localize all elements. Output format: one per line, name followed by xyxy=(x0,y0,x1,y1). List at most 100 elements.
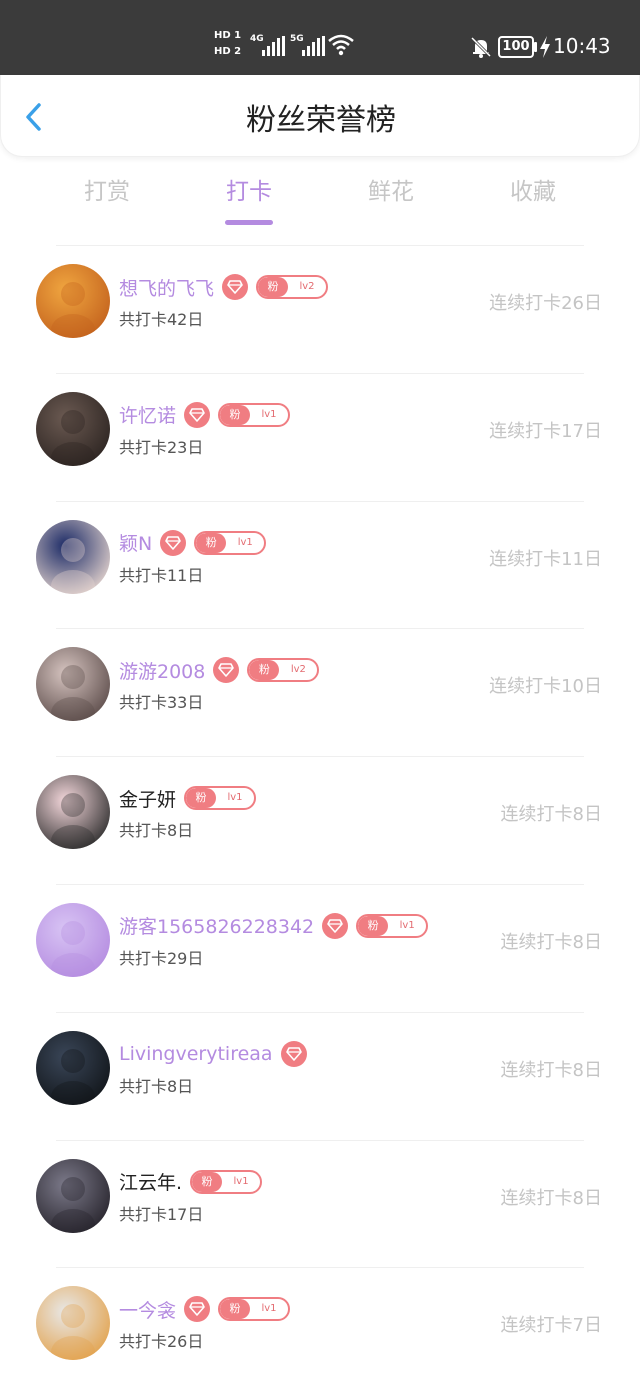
avatar[interactable] xyxy=(36,775,110,850)
avatar[interactable] xyxy=(36,647,110,722)
status-bar: HD 1 HD 2 4G 5G 100 10:43 xyxy=(0,0,640,75)
total-checkins: 共打卡8日 xyxy=(119,821,194,841)
avatar-image xyxy=(36,264,110,338)
streak-checkins: 连续打卡8日 xyxy=(500,931,602,953)
user-name[interactable]: 想飞的飞飞 xyxy=(119,274,214,301)
avatar[interactable] xyxy=(36,1286,110,1361)
hd1-label: HD 1 xyxy=(214,30,242,41)
total-checkins: 共打卡23日 xyxy=(119,437,204,457)
avatar-image xyxy=(36,902,110,977)
list-item[interactable]: 一今衾 粉 lv1 共打卡26日 连续打卡7日 xyxy=(0,1268,640,1387)
avatar[interactable] xyxy=(36,391,110,466)
streak-checkins: 连续打卡17日 xyxy=(489,420,602,442)
list-item[interactable]: 想飞的飞飞 粉 lv2 共打卡42日 连续打卡26日 xyxy=(0,246,640,374)
fan-badge-label: 粉 xyxy=(358,915,389,936)
tab-label: 收藏 xyxy=(510,179,556,205)
fan-level-badge: 粉 lv1 xyxy=(184,786,257,811)
fan-level-badge: 粉 lv1 xyxy=(194,530,267,555)
page-title: 粉丝荣誉榜 xyxy=(246,103,396,138)
avatar-image xyxy=(36,775,110,850)
fan-level-label: lv1 xyxy=(261,1303,277,1315)
battery-tip xyxy=(534,42,537,52)
total-checkins: 共打卡17日 xyxy=(119,1204,204,1224)
tab-checkin[interactable]: 打卡 xyxy=(178,170,320,226)
total-checkins: 共打卡11日 xyxy=(119,565,204,585)
fan-level-label: lv1 xyxy=(261,408,277,420)
fan-level-badge: 粉 lv2 xyxy=(256,275,329,299)
fan-badge-label: 粉 xyxy=(196,532,227,553)
fan-level-label: lv2 xyxy=(290,664,306,676)
tab-label: 鲜花 xyxy=(368,179,414,205)
streak-checkins: 连续打卡8日 xyxy=(500,1059,602,1081)
list-item[interactable]: 金子妍 粉 lv1 共打卡8日 连续打卡8日 xyxy=(0,757,640,885)
total-checkins: 共打卡33日 xyxy=(119,693,204,713)
list-item[interactable]: 江云年. 粉 lv1 共打卡17日 连续打卡8日 xyxy=(0,1141,640,1269)
tab-label: 打卡 xyxy=(226,179,272,205)
avatar[interactable] xyxy=(36,902,110,977)
fan-badge-label: 粉 xyxy=(192,1171,223,1192)
avatar[interactable] xyxy=(36,1030,110,1105)
avatar-image xyxy=(36,1286,110,1361)
list-item[interactable]: Livingverytireaa 共打卡8日 连续打卡8日 xyxy=(0,1013,640,1141)
list-item[interactable]: 许忆诺 粉 lv1 共打卡23日 连续打卡17日 xyxy=(0,374,640,502)
name-line: Livingverytireaa xyxy=(119,1039,307,1069)
fan-badge-label: 粉 xyxy=(220,1299,251,1320)
name-line: 颖N 粉 lv1 xyxy=(119,528,267,558)
list-item[interactable]: 颖N 粉 lv1 共打卡11日 连续打卡11日 xyxy=(0,502,640,630)
user-name[interactable]: 游游2008 xyxy=(119,657,205,684)
signal-4g-icon: 4G xyxy=(250,34,288,58)
diamond-icon xyxy=(160,529,187,556)
fan-badge-label: 粉 xyxy=(220,404,251,425)
name-line: 许忆诺 粉 lv1 xyxy=(119,400,291,430)
name-line: 一今衾 粉 lv1 xyxy=(119,1294,291,1324)
user-name[interactable]: 一今衾 xyxy=(119,1296,176,1323)
list-item[interactable]: 游游2008 粉 lv2 共打卡33日 连续打卡10日 xyxy=(0,629,640,758)
bell-muted-icon xyxy=(470,36,492,58)
signal-5g-icon: 5G xyxy=(290,34,328,58)
name-line: 游游2008 粉 lv2 xyxy=(119,655,320,685)
avatar[interactable] xyxy=(36,1158,110,1233)
hd-indicator: HD 1 HD 2 xyxy=(214,28,248,68)
fan-badge-label: 粉 xyxy=(258,277,289,297)
total-checkins: 共打卡26日 xyxy=(119,1332,204,1352)
tab-favorites[interactable]: 收藏 xyxy=(462,170,604,226)
streak-checkins: 连续打卡10日 xyxy=(489,676,602,698)
battery-icon: 100 xyxy=(498,36,534,58)
tab-reward[interactable]: 打赏 xyxy=(36,170,178,226)
total-checkins: 共打卡29日 xyxy=(119,948,204,968)
avatar-image xyxy=(36,647,110,722)
fan-level-badge: 粉 lv1 xyxy=(218,1297,291,1322)
list-item[interactable]: 游客1565826228342 粉 lv1 共打卡29日 连续打卡8日 xyxy=(0,885,640,1013)
total-checkins: 共打卡42日 xyxy=(119,310,204,329)
tab-bar: 打赏 打卡 鲜花 收藏 xyxy=(36,170,604,230)
user-name[interactable]: 金子妍 xyxy=(119,785,176,812)
fan-level-label: lv1 xyxy=(399,919,415,931)
streak-checkins: 连续打卡11日 xyxy=(489,548,602,570)
avatar[interactable] xyxy=(36,519,110,594)
avatar-image xyxy=(36,519,110,594)
diamond-icon xyxy=(222,274,249,300)
name-line: 江云年. 粉 lv1 xyxy=(119,1167,263,1197)
diamond-icon xyxy=(280,1040,307,1067)
user-name[interactable]: Livingverytireaa xyxy=(119,1043,273,1065)
fan-level-badge: 粉 lv1 xyxy=(218,402,291,427)
avatar[interactable] xyxy=(36,264,110,338)
user-name[interactable]: 游客1565826228342 xyxy=(119,912,314,939)
name-line: 想飞的飞飞 粉 lv2 xyxy=(119,272,329,302)
avatar-image xyxy=(36,391,110,466)
fan-level-badge: 粉 lv2 xyxy=(247,658,320,683)
tab-flowers[interactable]: 鲜花 xyxy=(320,170,462,226)
clock: 10:43 xyxy=(553,34,611,58)
diamond-icon xyxy=(322,912,349,939)
user-name[interactable]: 颖N xyxy=(119,529,152,556)
user-name[interactable]: 许忆诺 xyxy=(119,401,176,428)
fan-badge-label: 粉 xyxy=(249,660,280,681)
avatar-image xyxy=(36,1158,110,1233)
tab-label: 打赏 xyxy=(84,179,130,205)
fan-level-label: lv1 xyxy=(233,1175,249,1187)
charging-icon xyxy=(540,36,550,58)
user-name[interactable]: 江云年. xyxy=(119,1168,182,1195)
streak-checkins: 连续打卡8日 xyxy=(500,804,602,826)
hd2-label: HD 2 xyxy=(214,46,242,57)
fan-badge-label: 粉 xyxy=(186,788,217,809)
